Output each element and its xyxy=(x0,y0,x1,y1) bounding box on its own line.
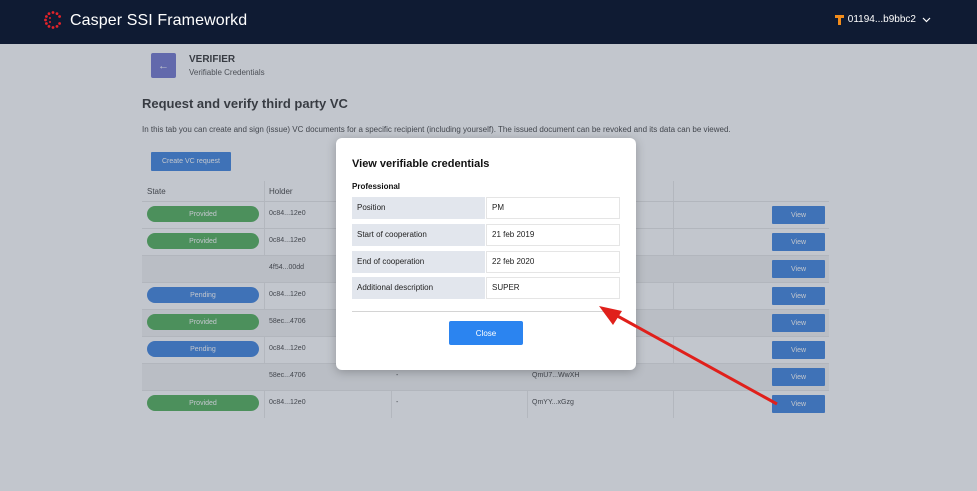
credential-field-start: Start of cooperation 21 feb 2019 xyxy=(352,224,620,246)
field-label: Additional description xyxy=(352,277,485,299)
modal-section-title: Professional xyxy=(352,182,401,191)
field-label: End of cooperation xyxy=(352,251,485,273)
modal-title: View verifiable credentials xyxy=(352,158,490,170)
field-value: SUPER xyxy=(486,277,620,299)
casper-logo-icon xyxy=(44,11,61,29)
credential-field-end: End of cooperation 22 feb 2020 xyxy=(352,251,620,273)
field-value: 21 feb 2019 xyxy=(486,224,620,246)
field-label: Start of cooperation xyxy=(352,224,485,246)
credential-field-description: Additional description SUPER xyxy=(352,277,620,299)
field-value: PM xyxy=(486,197,620,219)
view-credentials-modal: View verifiable credentials Professional… xyxy=(336,138,636,370)
close-button[interactable]: Close xyxy=(449,321,523,345)
modal-divider xyxy=(352,311,620,312)
field-value: 22 feb 2020 xyxy=(486,251,620,273)
chevron-down-icon xyxy=(922,17,931,22)
account-icon xyxy=(834,14,844,25)
app-title: Casper SSI Frameworkd xyxy=(70,12,248,29)
account-menu[interactable]: 01194...b9bbc2 xyxy=(834,14,931,25)
top-navbar: Casper SSI Frameworkd 01194...b9bbc2 xyxy=(0,0,977,44)
credential-field-position: Position PM xyxy=(352,197,620,219)
account-label: 01194...b9bbc2 xyxy=(847,14,916,25)
field-label: Position xyxy=(352,197,485,219)
